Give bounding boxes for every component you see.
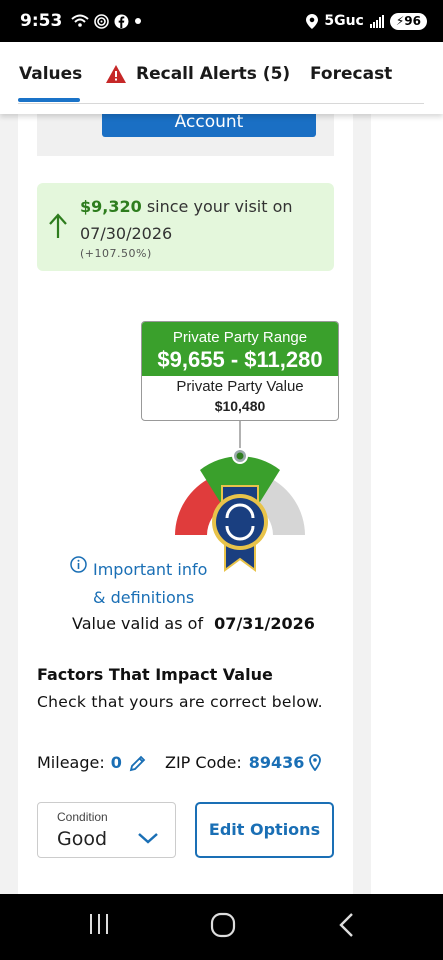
factors-title: Factors That Impact Value [37,665,273,684]
info-link-text: Important info & definitions [93,556,207,612]
value-valid-row: Value valid as of 07/31/2026 [72,614,315,633]
right-panel-edge [371,114,443,894]
price-range-box: Private Party Range $9,655 - $11,280 Pri… [141,321,339,421]
private-party-value-label: Private Party Value [176,378,304,395]
condition-label: Condition [57,810,108,824]
active-tab-indicator [18,98,80,102]
tab-bar: Values Recall Alerts (5) Forecast [0,42,443,114]
facebook-icon [114,14,129,28]
range-header: Private Party Range $9,655 - $11,280 [142,322,338,376]
pencil-icon[interactable] [129,754,147,772]
value-change-percent: (+107.50%) [80,247,152,260]
mileage-label: Mileage: [37,753,105,772]
tab-values[interactable]: Values [19,64,82,84]
location-icon [306,13,319,29]
value-change-label: since your visit on [141,197,293,216]
wifi-call-icon [71,14,89,27]
important-info-link[interactable]: Important info & definitions [70,556,207,612]
system-nav-bar [0,894,443,960]
tab-forecast[interactable]: Forecast [310,64,392,84]
value-change-text: $9,320 since your visit on [80,197,293,216]
zip-code-row[interactable]: ZIP Code: 89436 [165,753,322,772]
signal-icon [369,14,384,28]
status-right: 5Guc ⚡96 [306,12,427,30]
back-icon[interactable] [338,912,356,938]
status-time: 9:53 [20,11,63,31]
value-change-amount: $9,320 [80,197,142,216]
factors-subtitle: Check that yours are correct below. [37,693,323,711]
valid-date: 07/31/2026 [214,614,315,633]
value-gauge [175,420,305,572]
battery-indicator: ⚡96 [389,12,427,30]
chevron-down-icon [138,833,158,844]
map-pin-icon[interactable] [309,754,322,771]
range-value: $9,655 - $11,280 [157,347,323,372]
valid-label: Value valid as of [72,614,204,633]
value-change-banner: $9,320 since your visit on 07/30/2026 (+… [37,183,334,271]
range-label: Private Party Range [172,329,308,346]
hotspot-icon [94,13,110,29]
condition-value: Good [57,828,108,850]
recent-apps-icon[interactable] [88,912,110,936]
tab-recall-alerts[interactable]: Recall Alerts (5) [106,64,290,84]
warning-icon [106,65,126,83]
info-link-line2: & definitions [93,588,195,607]
network-label: 5Guc [324,13,364,29]
status-left-icons [71,13,142,29]
mileage-row[interactable]: Mileage: 0 [37,753,147,772]
tab-recall-label: Recall Alerts (5) [136,64,291,84]
condition-select[interactable]: Condition Good [37,802,176,858]
edit-options-button[interactable]: Edit Options [195,802,334,858]
dot-icon [135,18,142,24]
mileage-value: 0 [110,753,122,772]
arrow-up-icon [49,213,67,238]
home-icon[interactable] [210,912,236,938]
private-party-value: $10,480 [214,398,266,414]
value-change-date: 07/30/2026 [80,224,173,243]
battery-level: 96 [404,13,421,28]
zip-value: 89436 [248,753,305,772]
tab-divider [18,103,424,104]
account-button[interactable]: Account [102,114,316,137]
info-link-line1: Important info [93,560,208,579]
status-bar: 9:53 5Guc ⚡96 [0,0,443,42]
info-icon [70,556,87,573]
zip-label: ZIP Code: [165,753,242,772]
